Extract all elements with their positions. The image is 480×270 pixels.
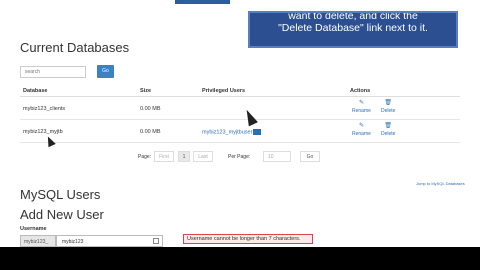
first-page-button[interactable]: First (154, 151, 174, 162)
username-label: Username (20, 226, 47, 232)
delete-label: Delete (381, 108, 396, 114)
table-header: Database Size Privileged Users Actions (20, 85, 460, 97)
privileged-users: mybiz123_myjtbuser (202, 129, 262, 135)
add-new-user-heading: Add New User (20, 207, 104, 222)
trash-icon: 🗑 (384, 100, 393, 106)
col-privileged-users: Privileged Users (202, 88, 246, 94)
col-size[interactable]: Size (140, 88, 151, 94)
database-search-input[interactable] (20, 66, 86, 78)
page: want to delete, and click the "Delete Da… (0, 0, 480, 247)
search-go-button[interactable]: Go (97, 65, 114, 78)
tooltip-line-1: want to delete, and click the (288, 11, 418, 22)
current-page-button[interactable]: 1 (178, 151, 190, 162)
privileged-user-link[interactable]: mybiz123_myjtbuser (202, 129, 252, 135)
mysql-users-heading: MySQL Users (20, 187, 101, 202)
delete-label: Delete (381, 131, 396, 137)
username-prefix: mybiz123_ (20, 235, 56, 247)
username-value: mybiz123 (62, 239, 84, 245)
pencil-icon: ✎ (358, 123, 364, 129)
username-input[interactable]: mybiz123 (56, 235, 163, 247)
page-label: Page: (138, 154, 152, 160)
delete-database-button[interactable]: 🗑 Delete (381, 100, 395, 114)
pagination: Page: First 1 Last Per Page: 10 Go (0, 148, 480, 168)
col-database[interactable]: Database (23, 88, 47, 94)
keyboard-icon (153, 238, 159, 244)
remove-user-icon[interactable] (253, 129, 262, 135)
database-size: 0.00 MB (140, 129, 161, 135)
rename-label: Rename (352, 131, 371, 137)
rename-button[interactable]: ✎ Rename (352, 100, 371, 114)
tooltip-line-2: "Delete Database" link next to it. (278, 22, 428, 34)
col-actions: Actions (350, 88, 371, 94)
database-size: 0.00 MB (140, 106, 161, 112)
delete-database-button[interactable]: 🗑 Delete (381, 123, 395, 137)
table-row: mybiz123_myjtb 0.00 MB mybiz123_myjtbuse… (20, 120, 460, 143)
jump-link[interactable]: Jump to MySQL Databases (416, 181, 465, 186)
per-page-label: Per Page: (228, 154, 251, 160)
pencil-icon: ✎ (358, 100, 364, 106)
per-page-go-button[interactable]: Go (300, 151, 320, 162)
trash-icon: 🗑 (384, 123, 393, 129)
current-databases-heading: Current Databases (20, 40, 130, 55)
tutorial-tooltip: want to delete, and click the "Delete Da… (248, 11, 458, 48)
last-page-button[interactable]: Last (193, 151, 213, 162)
rename-label: Rename (352, 108, 371, 114)
database-name: mybiz123_clients (23, 106, 66, 112)
top-button[interactable] (175, 0, 230, 4)
database-name: mybiz123_myjtb (23, 129, 63, 135)
username-warning: Username cannot be longer than 7 charact… (183, 234, 313, 244)
table-row: mybiz123_clients 0.00 MB ✎ Rename 🗑 Dele… (20, 97, 460, 120)
rename-button[interactable]: ✎ Rename (352, 123, 371, 137)
databases-table: Database Size Privileged Users Actions m… (20, 85, 460, 143)
per-page-select[interactable]: 10 (263, 151, 291, 162)
